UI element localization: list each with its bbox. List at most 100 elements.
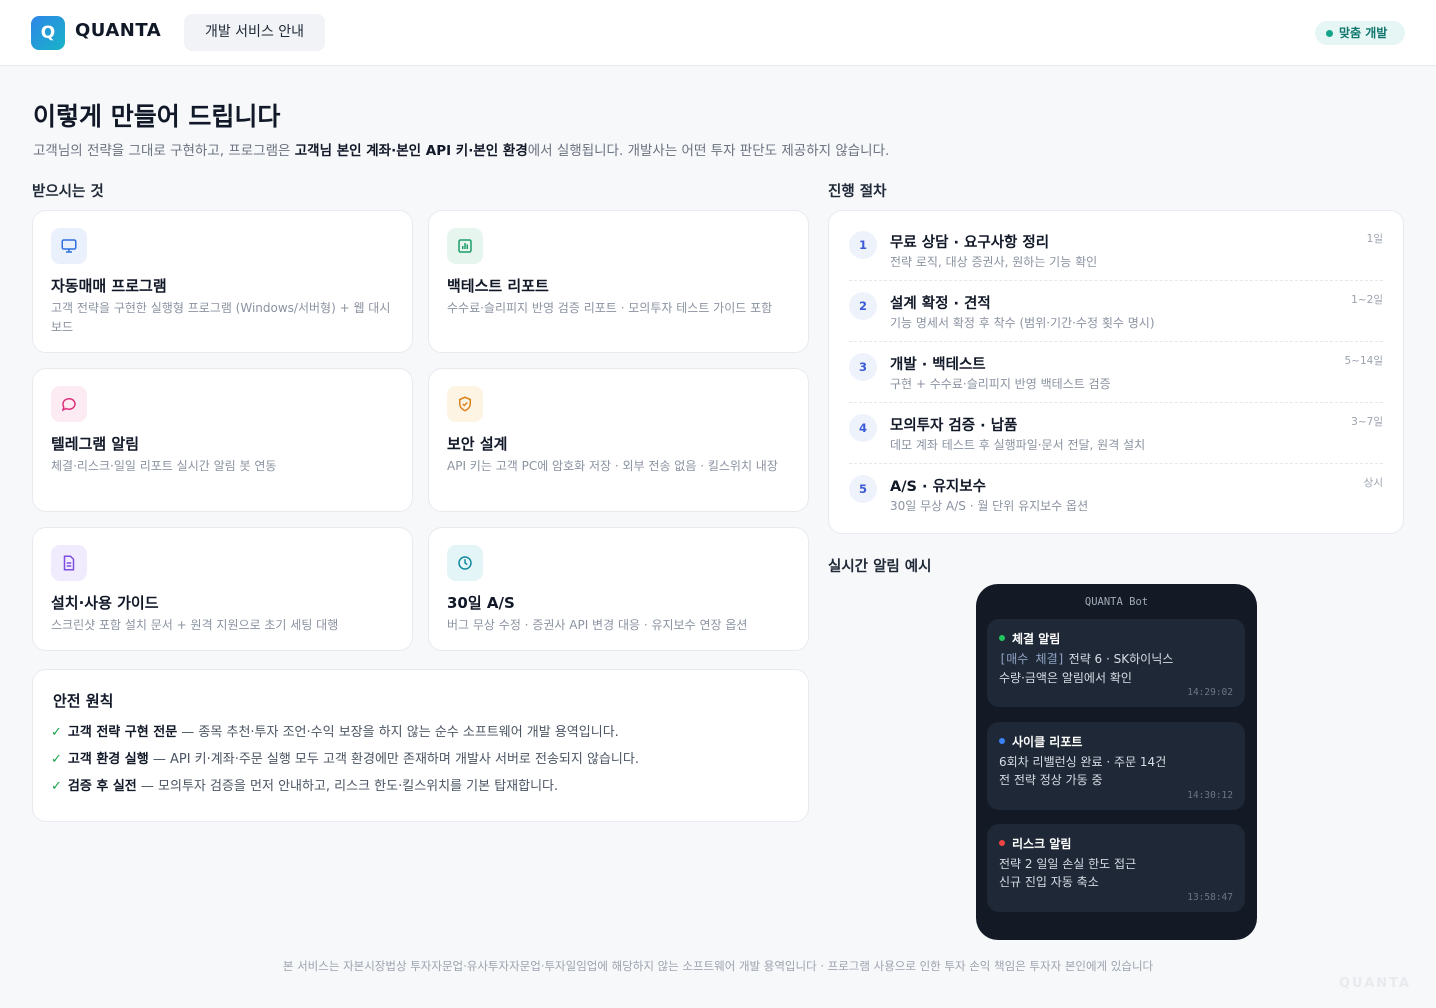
nav-tab-dev-service[interactable]: 개발 서비스 안내 <box>184 14 325 51</box>
feature-title: 백테스트 리포트 <box>447 277 549 295</box>
alert-title-text: 체결 알림 <box>1012 632 1061 646</box>
alert-tag: [매수 체결] <box>999 652 1065 666</box>
feature-title: 자동매매 프로그램 <box>51 277 167 295</box>
safety-item-bold: 고객 환경 실행 <box>67 752 149 767</box>
step-desc: 전략 로직, 대상 증권사, 원하는 기능 확인 <box>890 255 1098 269</box>
alert-title: 체결 알림 <box>999 630 1060 647</box>
alert-line: 수량·금액은 알림에서 확인 <box>999 671 1132 685</box>
alert-line: 6회차 리밸런싱 완료 · 주문 14건 <box>999 755 1167 769</box>
step-number: 2 <box>849 292 877 320</box>
step-number: 4 <box>849 414 877 442</box>
step-divider <box>849 280 1383 281</box>
feature-card: 30일 A/S 버그 무상 수정 · 증권사 API 변경 대응 · 유지보수 … <box>428 527 809 651</box>
subtitle-post: 에서 실행됩니다. 개발사는 어떤 투자 판단도 제공하지 않습니다. <box>527 143 890 159</box>
safety-card: 안전 원칙 ✓ 고객 전략 구현 전문 — 종목 추천·투자 조언·수익 보장을 … <box>32 669 809 822</box>
shield-icon <box>447 386 483 422</box>
check-icon: ✓ <box>51 725 62 740</box>
feature-card: 설치·사용 가이드 스크린샷 포함 설치 문서 + 원격 지원으로 초기 세팅 … <box>32 527 413 651</box>
top-bar: Q QUANTA 개발 서비스 안내 맞춤 개발 <box>0 0 1436 66</box>
alert-title: 사이클 리포트 <box>999 733 1082 750</box>
feature-desc: 체결·리스크·일일 리포트 실시간 알림 봇 연동 <box>51 459 277 473</box>
page-title: 이렇게 만들어 드립니다 <box>33 102 281 131</box>
step-number: 5 <box>849 475 877 503</box>
step-number: 3 <box>849 353 877 381</box>
safety-item-text: — 종목 추천·투자 조언·수익 보장을 하지 않는 순수 소프트웨어 개발 용… <box>177 725 619 740</box>
clock-icon <box>447 545 483 581</box>
safety-item: ✓ 고객 환경 실행 — API 키·계좌·주문 실행 모두 고객 환경에만 존재… <box>51 748 639 767</box>
feature-card: 텔레그램 알림 체결·리스크·일일 리포트 실시간 알림 봇 연동 <box>32 368 413 512</box>
feature-title: 보안 설계 <box>447 435 508 453</box>
step-divider <box>849 341 1383 342</box>
alert-line: 전 전략 정상 가동 중 <box>999 773 1103 787</box>
feature-desc: 버그 무상 수정 · 증권사 API 변경 대응 · 유지보수 연장 옵션 <box>447 618 748 632</box>
status-dot-icon <box>1326 30 1333 37</box>
step-divider <box>849 463 1383 464</box>
safety-item-text: — API 키·계좌·주문 실행 모두 고객 환경에만 존재하며 개발사 서버로… <box>148 752 639 767</box>
subtitle-emphasis: 고객님 본인 계좌·본인 API 키·본인 환경 <box>294 143 528 159</box>
chat-icon <box>51 386 87 422</box>
alert-line-text: 전략 6 · SK하이닉스 <box>1064 652 1174 666</box>
step-desc: 구현 + 수수료·슬리피지 반영 백테스트 검증 <box>890 377 1111 391</box>
check-icon: ✓ <box>51 779 62 794</box>
step-title: 개발 · 백테스트 <box>890 357 986 373</box>
process-step: 2 설계 확정 · 견적 기능 명세서 확정 후 착수 (범위·기간·수정 횟수… <box>849 292 1383 353</box>
step-title: 모의투자 검증 · 납품 <box>890 418 1018 434</box>
feature-card: 보안 설계 API 키는 고객 PC에 암호화 저장 · 외부 전송 없음 · … <box>428 368 809 512</box>
step-duration: 5~14일 <box>1344 355 1384 367</box>
alert-message: 체결 알림 [매수 체결] 전략 6 · SK하이닉스 수량·금액은 알림에서 … <box>987 619 1245 707</box>
logo-icon[interactable]: Q <box>31 16 65 50</box>
page-subtitle: 고객님의 전략을 그대로 구현하고, 프로그램은 고객님 본인 계좌·본인 AP… <box>33 139 889 159</box>
alert-time: 13:58:47 <box>1187 892 1233 903</box>
alerts-heading: 실시간 알림 예시 <box>828 559 932 575</box>
step-duration: 3~7일 <box>1351 416 1383 428</box>
alert-title: 리스크 알림 <box>999 835 1071 852</box>
alert-message: 사이클 리포트 6회차 리밸런싱 완료 · 주문 14건 전 전략 정상 가동 … <box>987 722 1245 810</box>
process-step: 1 무료 상담 · 요구사항 정리 전략 로직, 대상 증권사, 원하는 기능 … <box>849 231 1383 292</box>
process-step: 3 개발 · 백테스트 구현 + 수수료·슬리피지 반영 백테스트 검증 5~1… <box>849 353 1383 414</box>
subtitle-pre: 고객님의 전략을 그대로 구현하고, 프로그램은 <box>33 143 295 159</box>
dot-icon <box>999 635 1005 641</box>
feature-desc: 수수료·슬리피지 반영 검증 리포트 · 모의투자 테스트 가이드 포함 <box>447 301 773 315</box>
feature-desc: 고객 전략을 구현한 실행형 프로그램 (Windows/서버형) + 웹 대시… <box>51 301 391 334</box>
dot-icon <box>999 738 1005 744</box>
process-heading: 진행 절차 <box>828 184 887 200</box>
process-step: 5 A/S · 유지보수 30일 무상 A/S · 월 단위 유지보수 옵션 상… <box>849 475 1383 536</box>
custom-dev-badge: 맞춤 개발 <box>1315 21 1405 45</box>
monitor-icon <box>51 228 87 264</box>
feature-desc: 스크린샷 포함 설치 문서 + 원격 지원으로 초기 세팅 대행 <box>51 618 339 632</box>
step-duration: 1일 <box>1366 233 1383 245</box>
brand-name[interactable]: QUANTA <box>75 20 161 41</box>
process-card: 1 무료 상담 · 요구사항 정리 전략 로직, 대상 증권사, 원하는 기능 … <box>828 210 1404 534</box>
chart-icon <box>447 228 483 264</box>
step-number: 1 <box>849 231 877 259</box>
safety-item-text: — 모의투자 검증을 먼저 안내하고, 리스크 한도·킬스위치를 기본 탑재합니… <box>136 779 559 794</box>
feature-title: 텔레그램 알림 <box>51 435 140 453</box>
alert-line: 전략 2 일일 손실 한도 접근 <box>999 857 1137 871</box>
alert-line: [매수 체결] 전략 6 · SK하이닉스 <box>999 650 1173 667</box>
bot-name: QUANTA Bot <box>1084 596 1149 608</box>
alert-message: 리스크 알림 전략 2 일일 손실 한도 접근 신규 진입 자동 축소 13:5… <box>987 824 1245 912</box>
step-duration: 상시 <box>1363 477 1383 489</box>
step-title: 설계 확정 · 견적 <box>890 296 991 312</box>
phone-mockup: QUANTA Bot 체결 알림 [매수 체결] 전략 6 · SK하이닉스 수… <box>976 584 1257 940</box>
safety-item: ✓ 검증 후 실전 — 모의투자 검증을 먼저 안내하고, 리스크 한도·킬스위치… <box>51 775 558 794</box>
feature-card: 자동매매 프로그램 고객 전략을 구현한 실행형 프로그램 (Windows/서… <box>32 210 413 353</box>
step-desc: 데모 계좌 테스트 후 실행파일·문서 전달, 원격 설치 <box>890 438 1146 452</box>
feature-desc: API 키는 고객 PC에 암호화 저장 · 외부 전송 없음 · 킬스위치 내… <box>447 459 778 473</box>
step-title: A/S · 유지보수 <box>890 479 986 495</box>
alert-line: 신규 진입 자동 축소 <box>999 875 1099 889</box>
legal-disclaimer: 본 서비스는 자본시장법상 투자자문업·유사투자자문업·투자일임업에 해당하지 … <box>282 959 1154 973</box>
safety-title: 안전 원칙 <box>53 692 114 710</box>
alert-time: 14:30:12 <box>1187 790 1233 801</box>
feature-title: 30일 A/S <box>447 594 515 612</box>
process-step: 4 모의투자 검증 · 납품 데모 계좌 테스트 후 실행파일·문서 전달, 원… <box>849 414 1383 475</box>
step-duration: 1~2일 <box>1351 294 1383 306</box>
alert-title-text: 사이클 리포트 <box>1012 735 1083 749</box>
document-icon <box>51 545 87 581</box>
deliverables-heading: 받으시는 것 <box>32 184 104 200</box>
step-title: 무료 상담 · 요구사항 정리 <box>890 235 1050 251</box>
safety-item-bold: 검증 후 실전 <box>67 779 137 794</box>
step-divider <box>849 402 1383 403</box>
step-desc: 기능 명세서 확정 후 착수 (범위·기간·수정 횟수 명시) <box>890 316 1155 330</box>
alert-time: 14:29:02 <box>1187 687 1233 698</box>
